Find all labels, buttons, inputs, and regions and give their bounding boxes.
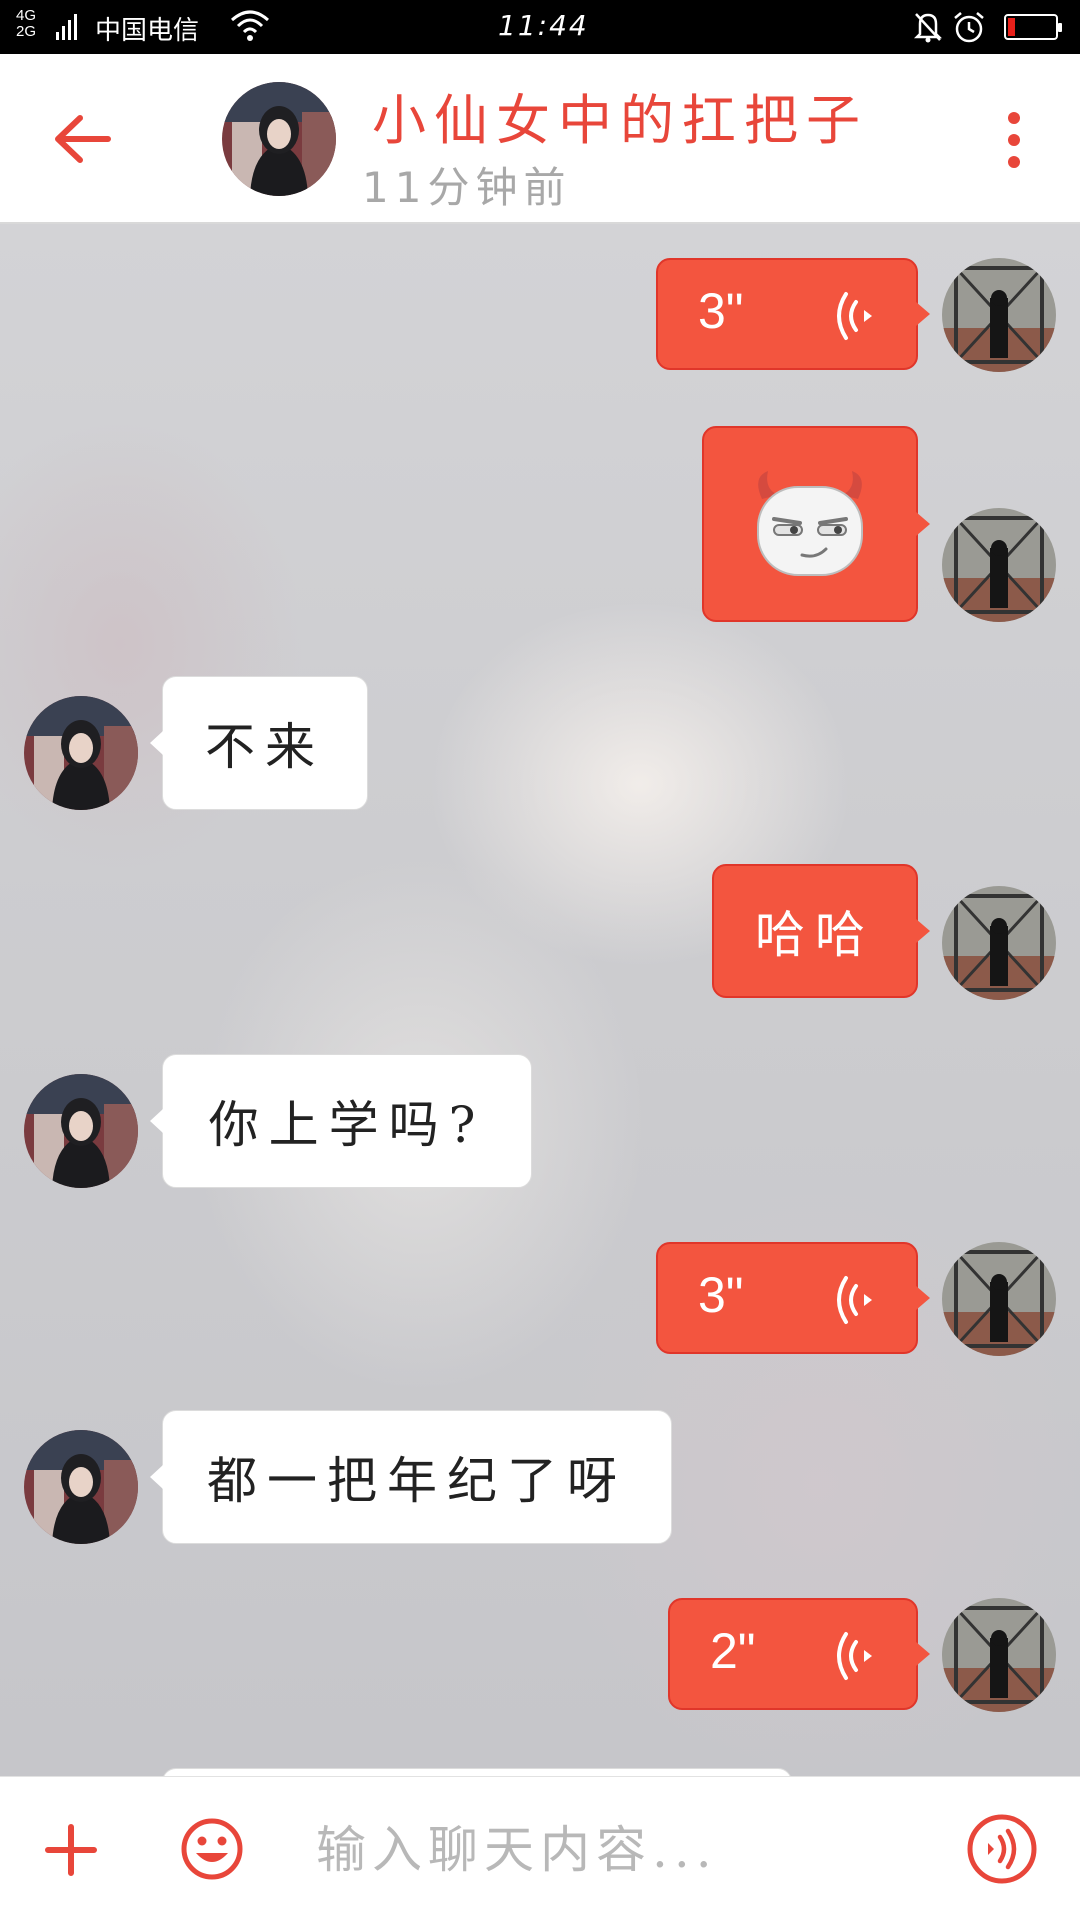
message-text: 哈哈 [755,906,875,964]
chat-header: 小仙女中的扛把子 11分钟前 [0,54,1080,224]
clock-time: 11:44 [498,9,589,42]
alarm-icon [954,12,984,43]
contact-avatar[interactable] [24,696,138,810]
my-avatar[interactable] [942,1242,1056,1356]
partial-message-bubble[interactable] [162,1768,792,1776]
voice-message-bubble[interactable]: 3" [656,1242,930,1354]
voice-duration: 3" [698,1267,744,1323]
voice-duration: 3" [698,283,744,339]
plus-icon[interactable] [44,1823,98,1877]
my-avatar-image [942,508,1056,622]
my-avatar[interactable] [942,1598,1056,1712]
text-message-bubble[interactable]: 都一把年纪了呀 [150,1410,672,1544]
contact-avatar[interactable] [24,1074,138,1188]
network-type-top: 4G [16,7,37,24]
network-type: 4G 2G [16,8,36,40]
status-bar: 4G 2G 中国电信 11:44 [0,0,1080,54]
contact-avatar-image [222,82,336,196]
my-avatar-image [942,258,1056,372]
emoji-icon[interactable] [180,1817,244,1881]
carrier-name: 中国电信 [95,16,200,46]
message-text: 你上学吗? [208,1096,486,1154]
message-text: 都一把年纪了呀 [207,1452,627,1510]
voice-duration: 2" [710,1623,756,1679]
contact-avatar-image [24,1430,138,1544]
my-avatar-image [942,1598,1056,1712]
my-avatar-image [942,886,1056,1000]
contact-avatar[interactable] [24,1430,138,1544]
battery-icon [1004,14,1062,40]
my-avatar[interactable] [942,886,1056,1000]
my-avatar[interactable] [942,258,1056,372]
contact-avatar[interactable] [222,82,336,196]
network-type-bottom: 2G [16,23,37,40]
voice-input-icon[interactable] [966,1813,1038,1885]
sticker-message-bubble[interactable] [702,426,930,622]
my-avatar-image [942,1242,1056,1356]
wifi-icon [231,10,269,41]
voice-message-bubble[interactable]: 2" [668,1598,930,1710]
battery-level [1008,18,1015,36]
message-list[interactable]: 3" 不来 哈哈 你上学吗? 3" 都一把年纪了呀 2" [0,224,1080,1776]
contact-avatar-image [24,696,138,810]
chat-title: 小仙女中的扛把子 [372,89,868,152]
voice-message-bubble[interactable]: 3" [656,258,930,370]
last-seen-status: 11分钟前 [362,163,572,212]
contact-avatar-image [24,1074,138,1188]
voice-wave-icon [837,1276,872,1324]
message-input[interactable] [314,1807,938,1893]
text-message-bubble[interactable]: 不来 [150,676,368,810]
message-text: 不来 [205,718,325,776]
signal-icon [56,14,77,40]
devil-face-sticker-icon [757,471,863,576]
input-bar [0,1776,1080,1921]
more-options-icon[interactable] [996,110,1032,170]
mute-bell-icon [913,13,943,43]
my-avatar[interactable] [942,508,1056,622]
voice-wave-icon [837,292,872,340]
text-message-bubble[interactable]: 哈哈 [712,864,930,998]
back-arrow-icon[interactable] [48,104,118,174]
voice-wave-icon [837,1632,872,1680]
text-message-bubble[interactable]: 你上学吗? [150,1054,532,1188]
